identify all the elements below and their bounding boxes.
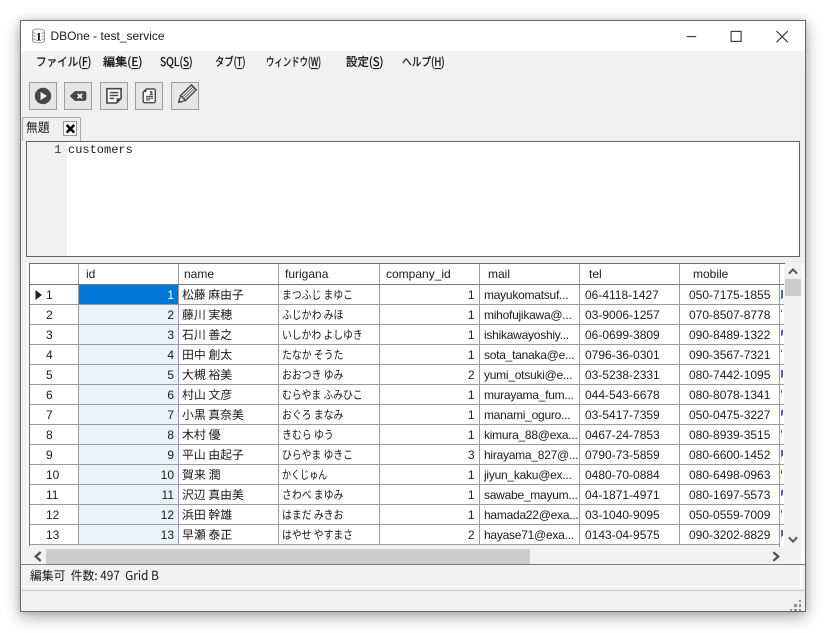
svg-text:1: 1	[35, 29, 41, 43]
